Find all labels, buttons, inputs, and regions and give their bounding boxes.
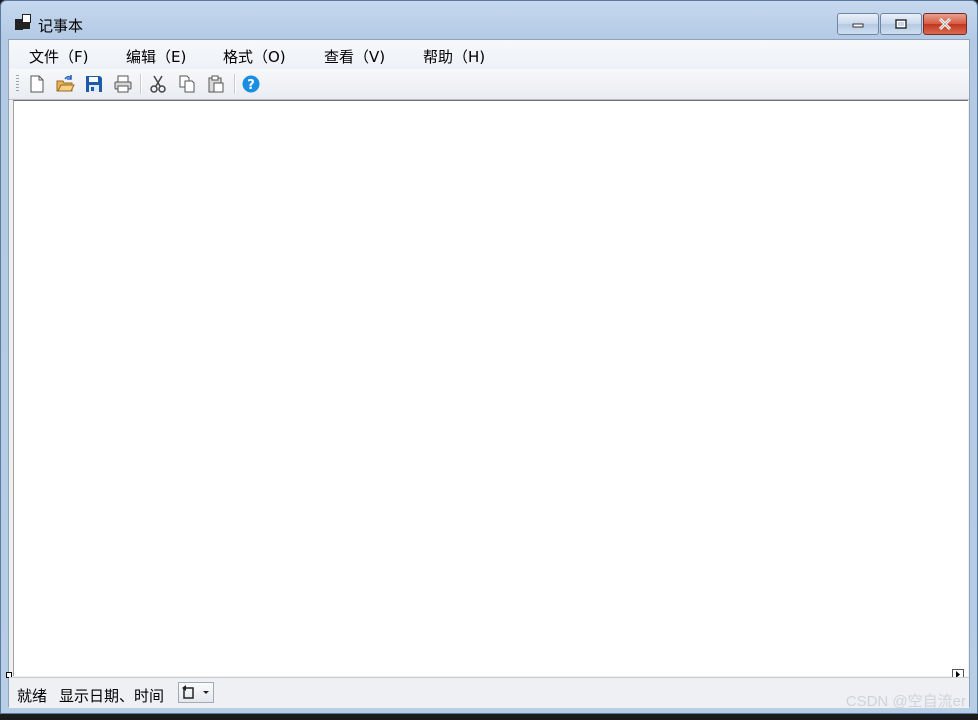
toolbar-separator — [234, 74, 236, 94]
minimize-button[interactable] — [837, 13, 879, 35]
window-title: 记事本 — [38, 17, 84, 35]
app-icon — [15, 14, 31, 30]
datetime-split-button[interactable] — [178, 682, 214, 703]
toolbar-separator — [140, 74, 142, 94]
menu-file[interactable]: 文件（F) — [29, 46, 88, 67]
restore-icon — [895, 19, 907, 29]
text-editor[interactable] — [13, 100, 968, 676]
client-area: 文件（F) 编辑（E) 格式（O) 查看（V) 帮助（H) ? 就绪 显示日期、… — [6, 39, 970, 708]
minimize-icon — [852, 23, 864, 28]
open-folder-icon[interactable] — [55, 74, 75, 94]
close-icon — [938, 18, 952, 30]
menu-view[interactable]: 查看（V) — [324, 46, 385, 67]
menu-help[interactable]: 帮助（H) — [423, 46, 485, 67]
close-button[interactable] — [923, 13, 967, 35]
menu-bar: 文件（F) 编辑（E) 格式（O) 查看（V) 帮助（H) — [9, 40, 969, 69]
status-label: 就绪 — [17, 687, 48, 705]
save-icon[interactable] — [84, 74, 104, 94]
notepad-window: 记事本 文件（F) 编辑（E) 格式（O) 查看（V) 帮助（H) ? 就绪 显… — [0, 0, 978, 714]
copy-icon[interactable] — [177, 74, 197, 94]
new-file-icon[interactable] — [27, 74, 47, 94]
toolbar: ? — [9, 69, 969, 100]
watermark: CSDN @空自流er — [845, 693, 966, 710]
menu-edit[interactable]: 编辑（E) — [126, 46, 186, 67]
status-bar: 就绪 显示日期、时间 — [9, 677, 969, 708]
datetime-label: 显示日期、时间 — [59, 687, 165, 705]
maximize-button[interactable] — [880, 13, 922, 35]
refresh-icon — [182, 685, 209, 699]
paste-icon[interactable] — [206, 74, 226, 94]
title-bar[interactable]: 记事本 — [1, 1, 977, 39]
cut-icon[interactable] — [148, 74, 168, 94]
print-icon[interactable] — [113, 74, 133, 94]
svg-text:?: ? — [247, 78, 255, 93]
help-icon[interactable]: ? — [241, 74, 261, 94]
menu-format[interactable]: 格式（O) — [223, 46, 286, 67]
toolbar-grip[interactable] — [16, 75, 19, 93]
